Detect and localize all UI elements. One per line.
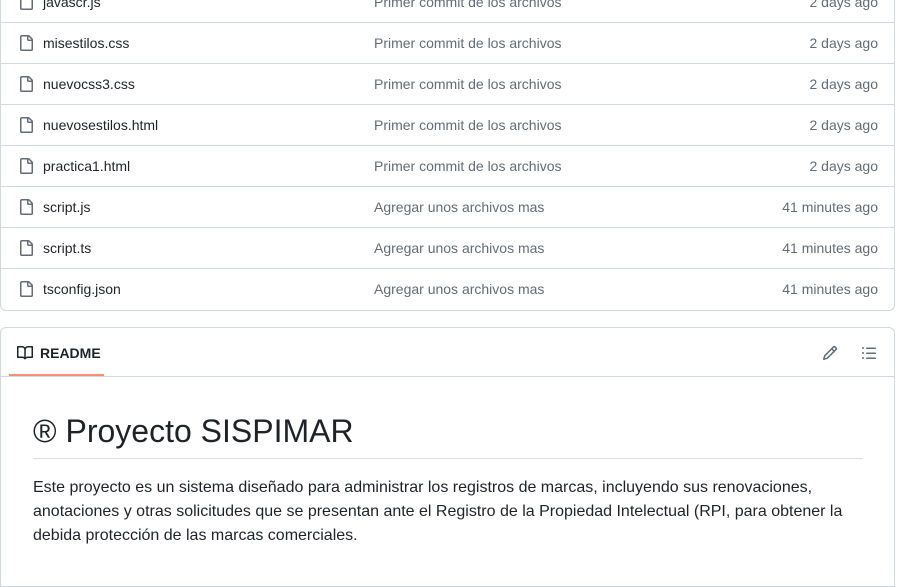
file-name-link[interactable]: javascr.js — [43, 0, 101, 10]
file-icon — [18, 240, 34, 256]
file-row[interactable]: script.js Agregar unos archivos mas 41 m… — [1, 187, 894, 228]
file-row[interactable]: tsconfig.json Agregar unos archivos mas … — [1, 269, 894, 310]
file-row[interactable]: misestilos.css Primer commit de los arch… — [1, 23, 894, 64]
file-row[interactable]: javascr.js Primer commit de los archivos… — [1, 0, 894, 23]
commit-message-link[interactable]: Agregar unos archivos mas — [374, 281, 544, 297]
readme-title: ® Proyecto SISPIMAR — [33, 412, 863, 459]
commit-message-link[interactable]: Agregar unos archivos mas — [374, 240, 544, 256]
file-row[interactable]: nuevosestilos.html Primer commit de los … — [1, 105, 894, 146]
readme-paragraph: Este proyecto es un sistema diseñado par… — [33, 479, 843, 544]
commit-message-link[interactable]: Agregar unos archivos mas — [374, 199, 544, 215]
commit-message-link[interactable]: Primer commit de los archivos — [374, 35, 562, 51]
commit-time: 41 minutes ago — [782, 281, 878, 297]
file-name-link[interactable]: script.js — [43, 199, 90, 215]
commit-message-link[interactable]: Primer commit de los archivos — [374, 0, 562, 10]
file-row[interactable]: nuevocss3.css Primer commit de los archi… — [1, 64, 894, 105]
commit-message-link[interactable]: Primer commit de los archivos — [374, 76, 562, 92]
file-icon — [18, 158, 34, 174]
commit-message-link[interactable]: Primer commit de los archivos — [374, 117, 562, 133]
commit-message-link[interactable]: Primer commit de los archivos — [374, 158, 562, 174]
file-name-link[interactable]: nuevosestilos.html — [43, 117, 158, 133]
pencil-icon[interactable] — [822, 345, 838, 361]
file-icon — [18, 35, 34, 51]
commit-time: 2 days ago — [809, 76, 879, 92]
commit-time: 2 days ago — [809, 158, 879, 174]
file-icon — [18, 199, 34, 215]
file-name-link[interactable]: misestilos.css — [43, 35, 129, 51]
file-name-link[interactable]: nuevocss3.css — [43, 76, 135, 92]
file-list: javascr.js Primer commit de los archivos… — [0, 0, 895, 311]
file-name-link[interactable]: tsconfig.json — [43, 281, 121, 297]
file-name-link[interactable]: practica1.html — [43, 158, 130, 174]
list-unordered-icon[interactable] — [861, 345, 877, 361]
file-row[interactable]: script.ts Agregar unos archivos mas 41 m… — [1, 228, 894, 269]
readme-content: ® Proyecto SISPIMAR Este proyecto es un … — [33, 412, 863, 548]
readme-header: README — [1, 328, 894, 377]
file-icon — [18, 117, 34, 133]
commit-time: 41 minutes ago — [782, 240, 878, 256]
file-icon — [18, 76, 34, 92]
commit-time: 2 days ago — [809, 117, 879, 133]
commit-time: 2 days ago — [809, 0, 879, 10]
book-icon — [17, 345, 33, 361]
file-icon — [18, 0, 34, 10]
file-icon — [18, 281, 34, 297]
file-row[interactable]: practica1.html Primer commit de los arch… — [1, 146, 894, 187]
readme-tab-label: README — [40, 345, 101, 361]
file-name-link[interactable]: script.ts — [43, 240, 91, 256]
readme-panel: README ® Proyecto SISPIMAR Este proyecto… — [0, 327, 895, 587]
commit-time: 41 minutes ago — [782, 199, 878, 215]
commit-time: 2 days ago — [809, 35, 879, 51]
tab-readme[interactable]: README — [9, 328, 104, 376]
